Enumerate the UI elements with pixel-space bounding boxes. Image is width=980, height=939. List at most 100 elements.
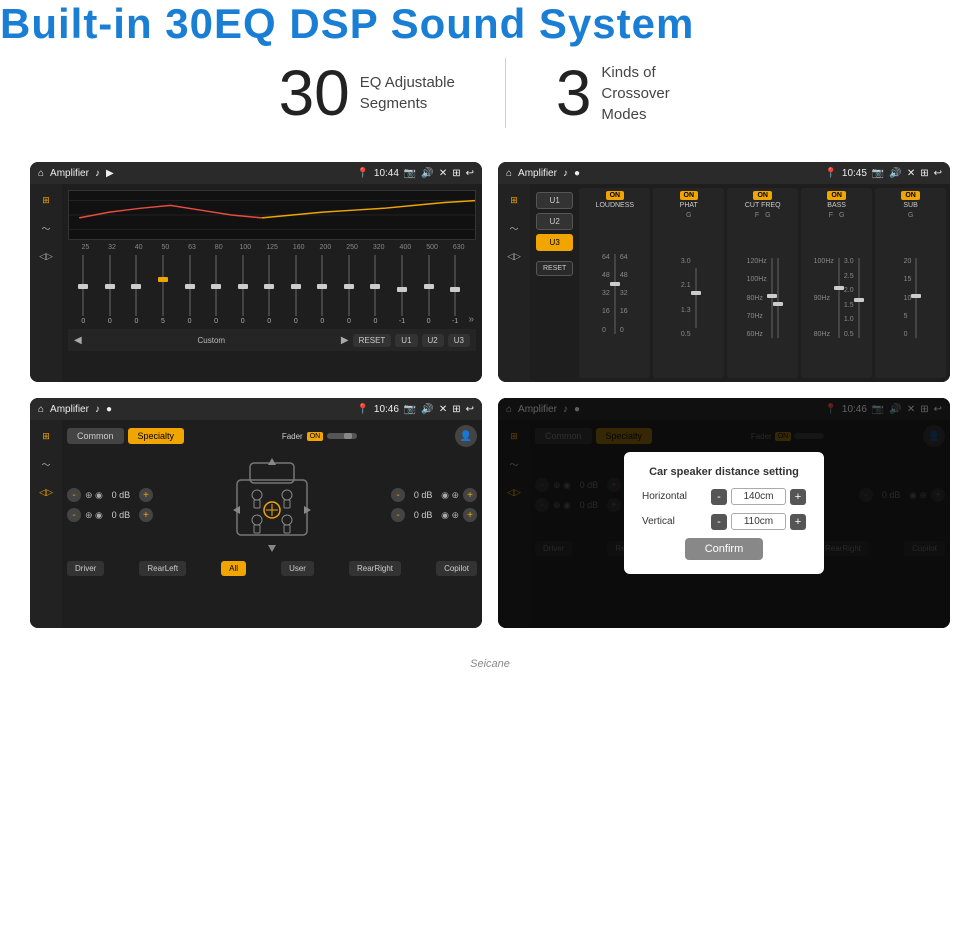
eq-slider-8[interactable]: 0 <box>283 255 310 325</box>
eq-icon[interactable]: ⊞ <box>36 192 56 208</box>
vertical-minus[interactable]: - <box>711 514 727 530</box>
eq-custom-label: Custom <box>86 336 337 345</box>
eq-icon-3[interactable]: ⊞ <box>36 428 56 444</box>
eq-bottom-bar: ◀ Custom ▶ RESET U1 U2 U3 <box>68 329 476 351</box>
time-specialty: 10:46 <box>374 404 399 415</box>
bass-track <box>838 258 840 338</box>
eq-play-back[interactable]: ◀ <box>74 335 82 346</box>
preset-u3[interactable]: U3 <box>536 234 573 251</box>
bass-thumb <box>834 286 844 290</box>
eq-slider-5[interactable]: 0 <box>203 255 230 325</box>
eq-slider-7[interactable]: 0 <box>256 255 283 325</box>
right-top-plus[interactable]: + <box>463 488 477 502</box>
right-top-db: 0 dB <box>409 490 437 500</box>
bass-g-values: 3.02.52.01.51.00.5 <box>844 258 854 338</box>
speaker-icon-2[interactable]: ◁▷ <box>504 248 524 264</box>
cutfreq-labels: FG <box>755 212 771 219</box>
channel-loudness: ON LOUDNESS 644832160 644832160 <box>579 188 650 378</box>
home-icon[interactable]: ⌂ <box>38 168 44 179</box>
music-icon-3: ♪ <box>95 404 100 415</box>
eq-slider-14[interactable]: -1 <box>442 255 469 325</box>
back-icon-2[interactable]: ↩ <box>934 168 942 179</box>
user-icon[interactable]: 👤 <box>455 425 477 447</box>
eq-slider-12[interactable]: -1 <box>389 255 416 325</box>
cutfreq-values: 120Hz100Hz80Hz70Hz60Hz <box>747 258 767 338</box>
wave-icon[interactable]: 〜 <box>36 220 56 236</box>
horizontal-plus[interactable]: + <box>790 489 806 505</box>
eq-slider-13[interactable]: 0 <box>415 255 442 325</box>
home-icon-3[interactable]: ⌂ <box>38 404 44 415</box>
specialty-tab[interactable]: Specialty <box>128 428 185 444</box>
close-icon-2[interactable]: ✕ <box>907 168 915 179</box>
expand-arrows-eq: » <box>468 314 474 325</box>
loudness-slider[interactable]: 644832160 644832160 <box>602 212 628 375</box>
close-icon-3[interactable]: ✕ <box>439 404 447 415</box>
rearright-btn[interactable]: RearRight <box>349 561 401 576</box>
right-speakers: - 0 dB ◉ ⊕ + - 0 dB ◉ ⊕ + <box>391 488 477 522</box>
eq-slider-10[interactable]: 0 <box>336 255 363 325</box>
right-top-minus[interactable]: - <box>391 488 405 502</box>
fader-slider[interactable] <box>327 433 357 439</box>
sub-slider[interactable]: 20151050 <box>904 221 918 375</box>
watermark-text: Seicane <box>470 658 510 670</box>
left-bottom-minus[interactable]: - <box>67 508 81 522</box>
eq-slider-4[interactable]: 0 <box>176 255 203 325</box>
close-icon[interactable]: ✕ <box>439 168 447 179</box>
horizontal-minus[interactable]: - <box>711 489 727 505</box>
volume-icon-2: 🔊 <box>889 168 901 179</box>
bass-thumb-2 <box>854 298 864 302</box>
freq-25: 25 <box>72 244 99 251</box>
channel-sub: ON SUB G 20151050 <box>875 188 946 378</box>
page-header: Built-in 30EQ DSP Sound System <box>0 0 980 48</box>
cutfreq-slider[interactable]: 120Hz100Hz80Hz70Hz60Hz <box>747 221 779 375</box>
right-bottom-plus[interactable]: + <box>463 508 477 522</box>
u1-btn[interactable]: U1 <box>395 334 417 347</box>
speaker-icon-3[interactable]: ◁▷ <box>36 484 56 500</box>
eq-slider-0[interactable]: 0 <box>70 255 97 325</box>
preset-u1[interactable]: U1 <box>536 192 573 209</box>
all-btn[interactable]: All <box>221 561 246 576</box>
reset-btn[interactable]: RESET <box>353 334 392 347</box>
phat-slider[interactable]: 3.02.11.30.5 <box>681 221 697 375</box>
freq-100: 100 <box>232 244 259 251</box>
home-icon-2[interactable]: ⌂ <box>506 168 512 179</box>
back-icon-3[interactable]: ↩ <box>466 404 474 415</box>
eq-slider-1[interactable]: 0 <box>97 255 124 325</box>
sidebar-icons-crossover: ⊞ 〜 ◁▷ <box>498 184 530 382</box>
eq-slider-6[interactable]: 0 <box>229 255 256 325</box>
loudness-values: 644832160 <box>602 254 610 334</box>
left-top-minus[interactable]: - <box>67 488 81 502</box>
left-bottom-ctrl: - ⊕ ◉ 0 dB + <box>67 508 153 522</box>
common-tab[interactable]: Common <box>67 428 124 444</box>
eq-slider-2[interactable]: 0 <box>123 255 150 325</box>
on-badge-sub: ON <box>901 191 920 200</box>
copilot-btn[interactable]: Copilot <box>436 561 477 576</box>
left-top-plus[interactable]: + <box>139 488 153 502</box>
u2-btn[interactable]: U2 <box>422 334 444 347</box>
rearleft-btn[interactable]: RearLeft <box>139 561 186 576</box>
u3-btn[interactable]: U3 <box>448 334 470 347</box>
bass-slider[interactable]: 100Hz90Hz80Hz 3.02.52.01.51.00.5 <box>814 221 860 375</box>
vertical-value: 110cm <box>731 513 786 530</box>
left-bottom-plus[interactable]: + <box>139 508 153 522</box>
reset-crossover-btn[interactable]: RESET <box>536 261 573 276</box>
wave-icon-2[interactable]: 〜 <box>504 220 524 236</box>
driver-btn[interactable]: Driver <box>67 561 104 576</box>
speaker-icon[interactable]: ◁▷ <box>36 248 56 264</box>
vertical-value-ctrl: - 110cm + <box>711 513 806 530</box>
eq-slider-9[interactable]: 0 <box>309 255 336 325</box>
vertical-plus[interactable]: + <box>790 514 806 530</box>
eq-slider-11[interactable]: 0 <box>362 255 389 325</box>
crossover-channels: ON LOUDNESS 644832160 644832160 <box>579 188 946 378</box>
sub-track <box>915 258 917 338</box>
eq-icon-2[interactable]: ⊞ <box>504 192 524 208</box>
back-icon[interactable]: ↩ <box>466 168 474 179</box>
eq-play-fwd[interactable]: ▶ <box>341 335 349 346</box>
preset-u2[interactable]: U2 <box>536 213 573 230</box>
user-btn[interactable]: User <box>281 561 314 576</box>
sub-g-label: G <box>908 212 913 219</box>
eq-slider-3[interactable]: 5 <box>150 255 177 325</box>
right-bottom-minus[interactable]: - <box>391 508 405 522</box>
wave-icon-3[interactable]: 〜 <box>36 456 56 472</box>
confirm-button[interactable]: Confirm <box>685 538 764 560</box>
